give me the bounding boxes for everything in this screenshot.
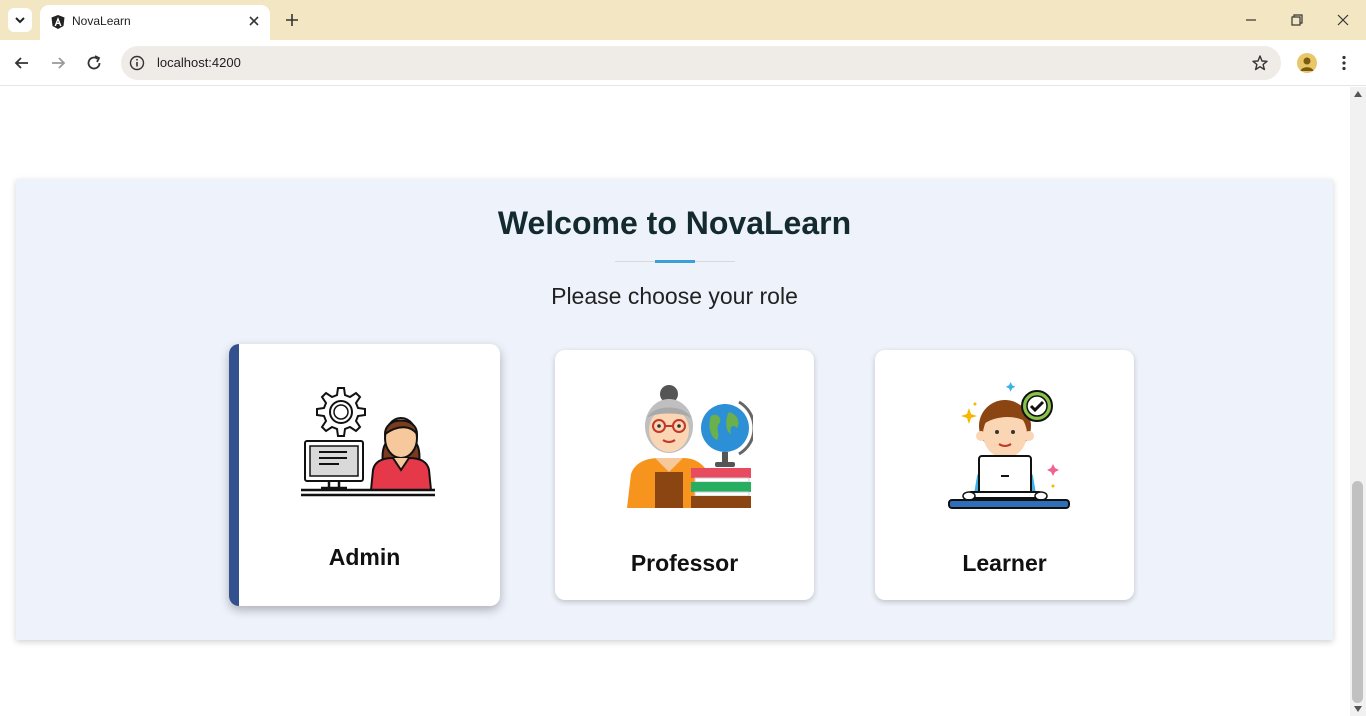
role-card-admin[interactable]: Admin [229,344,500,606]
role-label-learner: Learner [962,550,1047,576]
site-info-icon[interactable] [129,55,145,71]
tab-search-button[interactable] [8,8,32,32]
new-tab-icon[interactable] [282,10,302,30]
learner-laptop-check-icon [948,382,1070,509]
address-bar[interactable]: localhost:4200 [121,46,1281,80]
browser-toolbar: localhost:4200 [0,40,1366,86]
restore-icon[interactable] [1287,10,1307,30]
role-label-admin: Admin [328,544,401,570]
page-viewport: Welcome to NovaLearn Please choose your … [0,87,1350,716]
page-title: Welcome to NovaLearn [497,205,852,241]
admin-computer-gear-icon [301,387,435,497]
professor-globe-books-icon [627,385,753,508]
chevron-down-icon [15,17,25,24]
role-card-learner[interactable]: Learner [875,350,1134,600]
close-tab-icon[interactable] [246,13,262,29]
tab-title: NovaLearn [72,14,131,28]
back-arrow-icon[interactable] [12,53,32,73]
page-subtitle: Please choose your role [551,283,798,309]
angular-logo-icon [51,15,65,29]
profile-avatar[interactable] [1297,53,1317,73]
tab-strip: NovaLearn [0,0,1366,40]
more-menu-icon[interactable] [1334,53,1354,73]
role-label-professor: Professor [630,550,739,576]
close-window-icon[interactable] [1333,10,1353,30]
scrollbar-thumb[interactable] [1352,481,1363,703]
forward-arrow-icon[interactable] [48,53,68,73]
bookmark-star-icon[interactable] [1251,54,1269,72]
reload-icon[interactable] [84,53,104,73]
title-divider-accent [655,260,695,263]
scroll-up-arrow-icon[interactable] [1354,91,1362,97]
role-selection-panel: Welcome to NovaLearn Please choose your … [16,179,1333,640]
minimize-icon[interactable] [1241,10,1261,30]
person-icon [1300,57,1314,71]
url-text: localhost:4200 [157,55,241,70]
page-scrollbar[interactable] [1350,87,1366,716]
scroll-down-arrow-icon[interactable] [1354,706,1362,712]
role-card-professor[interactable]: Professor [555,350,814,600]
browser-tab[interactable]: NovaLearn [40,5,270,40]
